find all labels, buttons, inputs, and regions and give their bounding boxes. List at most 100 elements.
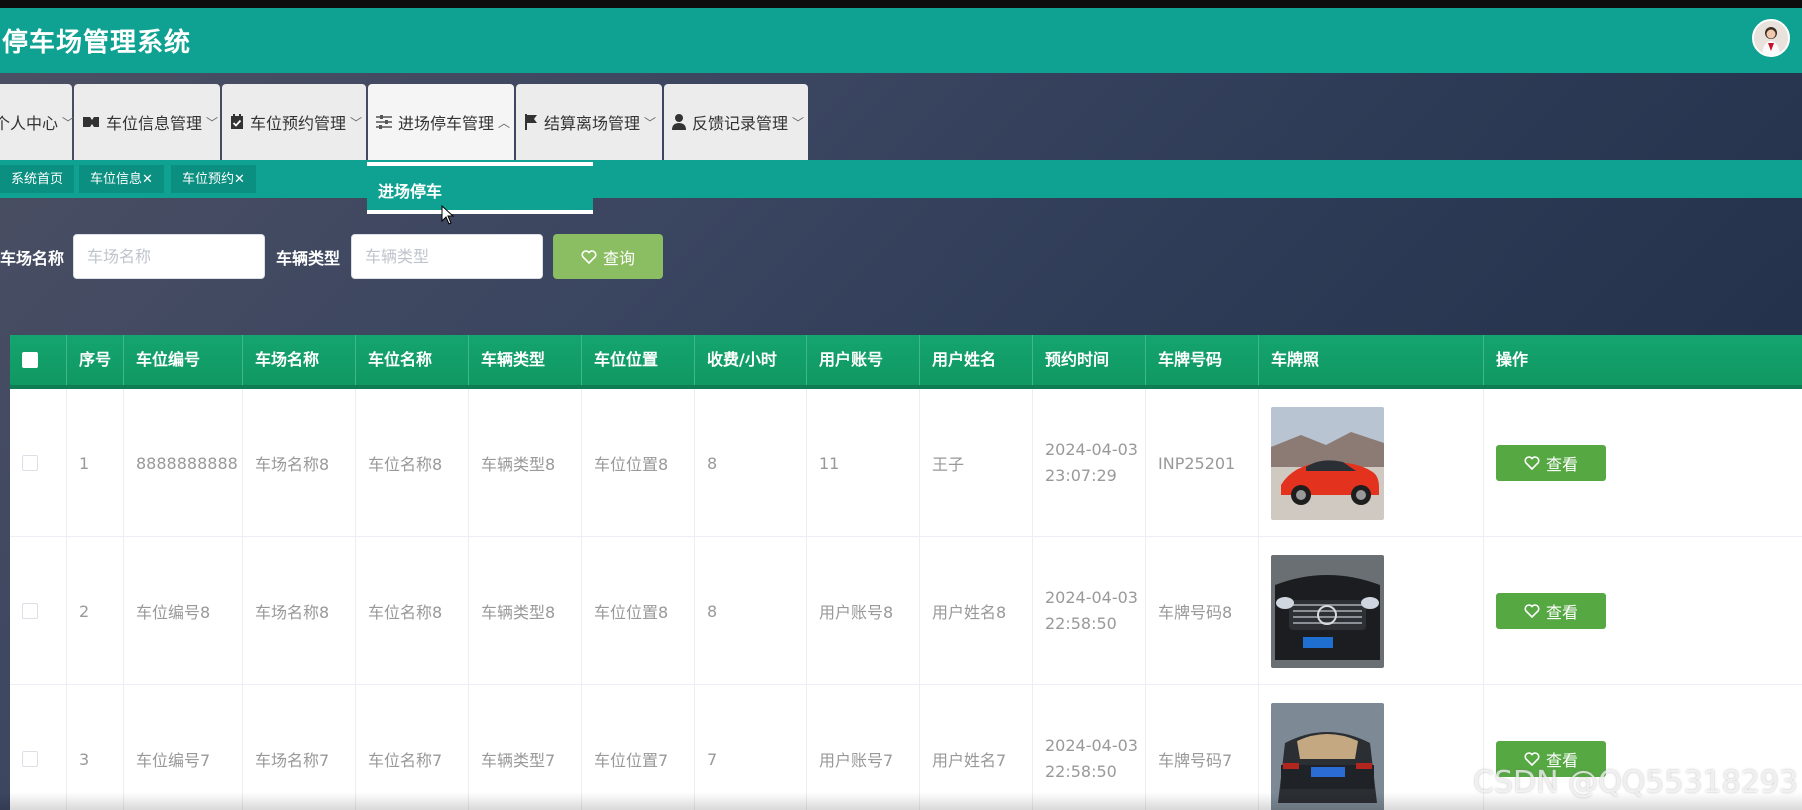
heart-icon [1524, 752, 1540, 766]
header-space-name: 车位名称 [356, 335, 469, 385]
tag-space-info[interactable]: 车位信息✕ [79, 165, 164, 193]
nav-item-label: 车位预约管理 [250, 114, 347, 133]
row-select-cell [10, 389, 67, 537]
cell-reserve-time: 2024-04-03 22:58:50 [1033, 537, 1146, 685]
cell-actions: 查看 [1484, 537, 1802, 685]
app-title: 停车场管理系统 [2, 28, 192, 58]
reserve-date: 2024-04-03 [1045, 588, 1138, 607]
header-plate-number: 车牌号码 [1146, 335, 1259, 385]
data-table: 序号 车位编号 车场名称 车位名称 车辆类型 车位位置 收费/小时 用户账号 用… [10, 335, 1802, 810]
header-space-position: 车位位置 [582, 335, 695, 385]
cell-plate-photo [1259, 537, 1484, 685]
car-photo[interactable] [1271, 406, 1384, 520]
chevron-down-icon: ﹀ [644, 115, 657, 130]
reserve-clock: 22:58:50 [1045, 614, 1117, 633]
reserve-date: 2024-04-03 [1045, 440, 1138, 459]
cell-vehicle-type: 车辆类型8 [469, 389, 582, 537]
view-button[interactable]: 查看 [1496, 445, 1606, 481]
header-fee: 收费/小时 [695, 335, 807, 385]
nav-item-label: 结算离场管理 [544, 114, 641, 133]
cell-actions: 查看 [1484, 389, 1802, 537]
view-button-label: 查看 [1545, 605, 1578, 622]
cell-plate-number: 车牌号码8 [1146, 537, 1259, 685]
main-nav: 个人中心 ﹀ 车位信息管理 ﹀ 车位预约管理 ﹀ 进场停车管理 ︿ 结算离场管理… [0, 84, 810, 160]
nav-item-entry-parking[interactable]: 进场停车管理 ︿ [368, 84, 514, 160]
cell-lot-name: 车场名称8 [243, 537, 356, 685]
ticket-icon [82, 113, 100, 131]
header-actions: 操作 [1496, 350, 1529, 369]
header-select-all[interactable] [10, 335, 67, 385]
row-checkbox[interactable] [22, 603, 38, 619]
nav-item-feedback[interactable]: 反馈记录管理 ﹀ [664, 84, 808, 160]
view-button-label: 查看 [1545, 457, 1578, 474]
row-checkbox[interactable] [22, 751, 38, 767]
cell-space-position: 车位位置8 [582, 537, 695, 685]
chevron-down-icon: ﹀ [62, 115, 75, 130]
cell-plate-photo [1259, 389, 1484, 537]
table-row: 2 车位编号8 车场名称8 车位名称8 车辆类型8 车位位置8 8 用户账号8 … [10, 537, 1802, 685]
tags-bar: 系统首页 车位信息✕ 车位预约✕ [0, 160, 1802, 198]
select-all-checkbox[interactable] [22, 352, 38, 368]
car-photo[interactable] [1271, 554, 1384, 668]
search-button-label: 查询 [602, 250, 635, 268]
nav-item-reservation[interactable]: 车位预约管理 ﹀ [222, 84, 366, 160]
header-space-code: 车位编号 [124, 335, 243, 385]
nav-item-personal-center[interactable]: 个人中心 ﹀ [0, 84, 75, 160]
header-user-name: 用户姓名 [920, 335, 1033, 385]
cell-space-code: 车位编号8 [124, 537, 243, 685]
cell-space-name: 车位名称8 [356, 537, 469, 685]
tag-home[interactable]: 系统首页 [0, 165, 75, 193]
watermark: CSDN @QQ55318293 [1473, 765, 1798, 800]
user-avatar[interactable] [1752, 19, 1790, 57]
flag-icon [524, 113, 538, 131]
row-select-cell [10, 537, 67, 685]
cell-space-code: 8888888888 [124, 389, 243, 537]
cell-reserve-time: 2024-04-03 23:07:29 [1033, 389, 1146, 537]
cell-space-name: 车位名称8 [356, 389, 469, 537]
view-button[interactable]: 查看 [1496, 593, 1606, 629]
heart-icon [1524, 604, 1540, 618]
nav-item-label: 车位信息管理 [106, 114, 203, 133]
header-reserve-time: 预约时间 [1033, 335, 1146, 385]
calendar-check-icon [230, 113, 244, 131]
dropdown-item-entry-parking[interactable]: 进场停车 [367, 162, 593, 214]
header-user-account: 用户账号 [807, 335, 920, 385]
cell-user-account: 11 [807, 389, 920, 537]
search-label-vehicle-type: 车辆类型 [276, 249, 341, 268]
tag-reservation[interactable]: 车位预约✕ [171, 165, 256, 193]
chevron-down-icon: ﹀ [206, 115, 219, 130]
app-root: 停车场管理系统 个人中心 ﹀ 车位信息管理 ﹀ 车位预约管理 ﹀ 进场停车管理 … [0, 8, 1802, 810]
nav-item-label: 个人中心 [0, 114, 59, 133]
cell-no: 1 [67, 389, 124, 537]
reserve-date: 2024-04-03 [1045, 736, 1138, 755]
mouse-cursor-icon [441, 205, 455, 225]
heart-icon [1524, 456, 1540, 470]
cell-fee: 8 [695, 389, 807, 537]
top-header: 停车场管理系统 [0, 8, 1802, 73]
search-input-vehicle-type[interactable] [351, 234, 543, 279]
nav-item-label: 反馈记录管理 [692, 114, 789, 133]
header-no: 序号 [67, 335, 124, 385]
row-checkbox[interactable] [22, 455, 38, 471]
chevron-down-icon: ﹀ [792, 115, 805, 130]
cell-vehicle-type: 车辆类型8 [469, 537, 582, 685]
heart-icon [581, 249, 597, 264]
cell-space-position: 车位位置8 [582, 389, 695, 537]
chevron-up-icon: ︿ [498, 115, 511, 130]
table-header: 序号 车位编号 车场名称 车位名称 车辆类型 车位位置 收费/小时 用户账号 用… [10, 335, 1802, 389]
header-lot-name: 车场名称 [243, 335, 356, 385]
nav-item-label: 进场停车管理 [398, 114, 495, 133]
nav-item-space-info[interactable]: 车位信息管理 ﹀ [74, 84, 220, 160]
cell-user-name: 王子 [920, 389, 1033, 537]
user-avatar-icon [1754, 21, 1788, 55]
cell-fee: 8 [695, 537, 807, 685]
reserve-clock: 22:58:50 [1045, 762, 1117, 781]
search-input-lot[interactable] [73, 234, 265, 279]
search-button[interactable]: 查询 [553, 234, 663, 279]
user-solid-icon [672, 113, 686, 131]
cell-user-name: 用户姓名8 [920, 537, 1033, 685]
header-vehicle-type: 车辆类型 [469, 335, 582, 385]
nav-item-settlement[interactable]: 结算离场管理 ﹀ [516, 84, 662, 160]
search-label-lot: 车场名称 [0, 249, 65, 268]
table-row: 1 8888888888 车场名称8 车位名称8 车辆类型8 车位位置8 8 1… [10, 389, 1802, 537]
